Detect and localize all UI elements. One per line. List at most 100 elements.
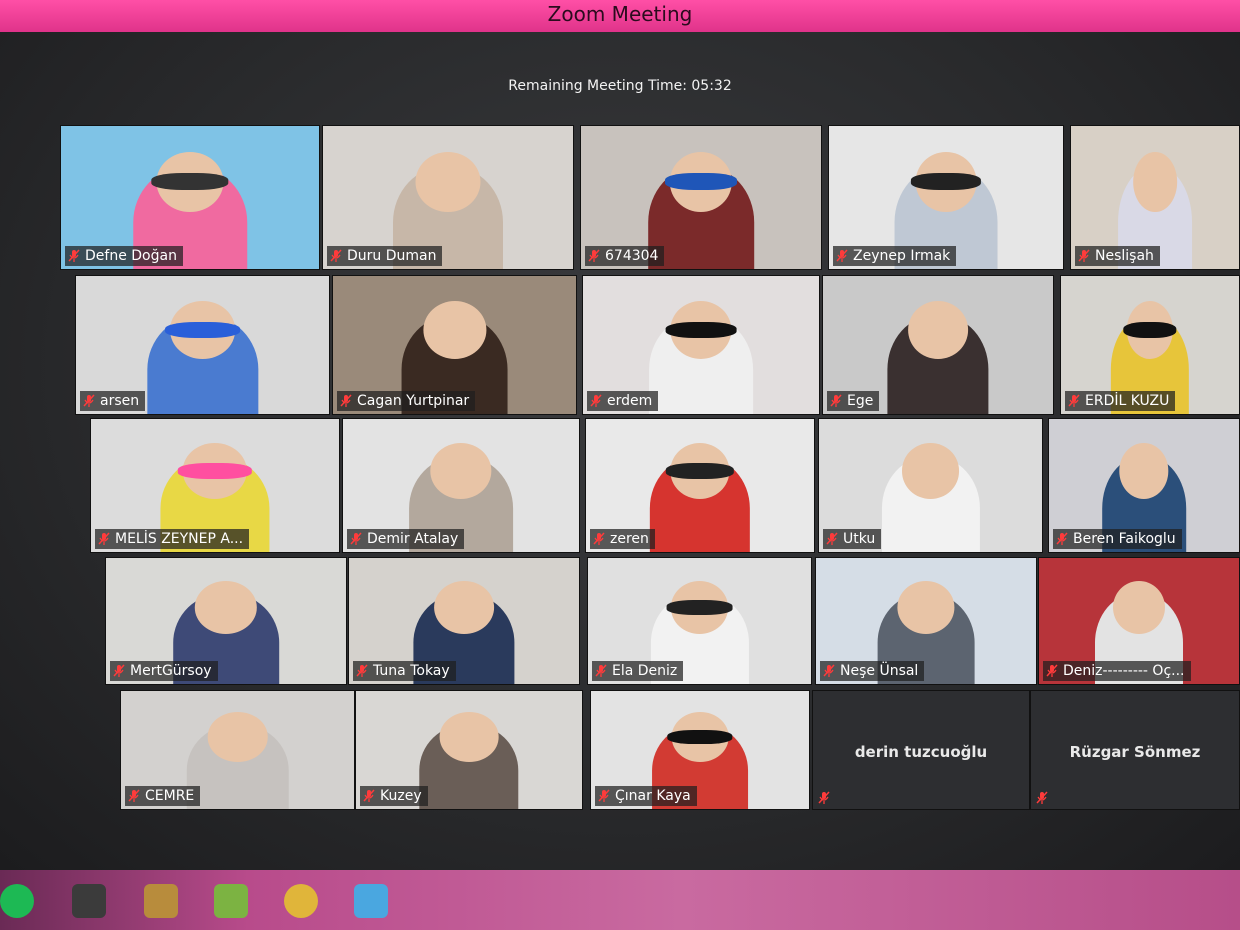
participant-name: arsen xyxy=(100,393,140,409)
participant-name: Duru Duman xyxy=(347,248,437,264)
participant-video-tile[interactable]: ERDİL KUZU xyxy=(1060,275,1240,415)
participant-name-tag: Ege xyxy=(827,391,880,411)
participant-video-tile[interactable]: Cagan Yurtpinar xyxy=(332,275,577,415)
participant-video-tile[interactable]: 674304 xyxy=(580,125,822,270)
participant-video-tile[interactable]: Tuna Tokay xyxy=(348,557,580,685)
participant-name: zeren xyxy=(610,531,649,547)
muted-mic-icon xyxy=(349,532,363,546)
participant-name: MELİS ZEYNEP A... xyxy=(115,531,244,547)
chrome-icon[interactable] xyxy=(284,884,318,918)
participant-video-tile[interactable]: MELİS ZEYNEP A... xyxy=(90,418,340,553)
participant-video-tile[interactable]: Beren Faikoglu xyxy=(1048,418,1240,553)
participant-video-tile[interactable]: Demir Atalay xyxy=(342,418,580,553)
participant-name-tag: Ela Deniz xyxy=(592,661,684,681)
participant-video-tile[interactable]: Zeynep Irmak xyxy=(828,125,1064,270)
muted-mic-icon xyxy=(1067,394,1081,408)
participant-face xyxy=(194,580,258,634)
participant-video-tile[interactable]: Ege xyxy=(822,275,1054,415)
muted-mic-icon xyxy=(829,394,843,408)
participant-name-tag: Utku xyxy=(823,529,882,549)
participant-name-tag: Cagan Yurtpinar xyxy=(337,391,476,411)
participant-face xyxy=(434,580,494,634)
muted-mic-icon xyxy=(362,789,376,803)
muted-mic-icon xyxy=(587,249,601,263)
muted-mic-icon xyxy=(1077,249,1091,263)
muted-mic-icon xyxy=(592,532,606,546)
participant-name: erdem xyxy=(607,393,653,409)
participant-face xyxy=(901,442,960,499)
participant-name-tag: Deniz--------- Oç... xyxy=(1043,661,1191,681)
participant-face xyxy=(422,300,487,359)
muted-mic-icon xyxy=(329,249,343,263)
muted-mic-icon xyxy=(589,394,603,408)
app-icon[interactable] xyxy=(214,884,248,918)
participant-name: Utku xyxy=(843,531,876,547)
spotify-icon[interactable] xyxy=(0,884,34,918)
participant-video-tile[interactable]: MertGürsoy xyxy=(105,557,347,685)
participant-name: Kuzey xyxy=(380,788,422,804)
participant-video-tile[interactable]: Defne Doğan xyxy=(60,125,320,270)
participant-face xyxy=(439,712,499,762)
participant-video-tile[interactable]: Ela Deniz xyxy=(587,557,812,685)
muted-mic-icon xyxy=(127,789,141,803)
muted-mic-icon xyxy=(339,394,353,408)
sunglasses xyxy=(667,729,733,745)
window-title: Zoom Meeting xyxy=(0,0,1240,32)
participant-name-tag: 674304 xyxy=(585,246,665,266)
participant-name: Deniz--------- Oç... xyxy=(1063,663,1185,679)
muted-mic-icon xyxy=(112,664,126,678)
participant-name-tag: CEMRE xyxy=(125,786,201,806)
participant-video-tile[interactable]: Duru Duman xyxy=(322,125,574,270)
participant-video-tile[interactable]: Çınar Kaya xyxy=(590,690,810,810)
participant-name-tag: zeren xyxy=(590,529,655,549)
muted-mic-icon xyxy=(82,394,96,408)
file-icon[interactable] xyxy=(144,884,178,918)
participant-name: Neşe Ünsal xyxy=(840,663,919,679)
sunglasses xyxy=(665,462,735,479)
participant-face xyxy=(1119,442,1169,499)
participant-name: Beren Faikoglu xyxy=(1073,531,1176,547)
participant-video-tile[interactable]: Neşe Ünsal xyxy=(815,557,1037,685)
participant-video-tile[interactable]: Deniz--------- Oç... xyxy=(1038,557,1240,685)
participant-name: Defne Doğan xyxy=(85,248,177,264)
sunglasses xyxy=(910,173,982,191)
app-icon[interactable] xyxy=(72,884,106,918)
participant-face xyxy=(1133,151,1177,212)
participant-name: derin tuzcuoğlu xyxy=(854,742,988,761)
participant-video-tile[interactable]: arsen xyxy=(75,275,330,415)
participant-video-tile[interactable]: Neslişah xyxy=(1070,125,1240,270)
participant-name-tag: arsen xyxy=(80,391,146,411)
participant-video-tile[interactable]: Kuzey xyxy=(355,690,583,810)
participant-name-tag: Tuna Tokay xyxy=(353,661,456,681)
sunglasses xyxy=(665,173,737,191)
participant-name-tag: MertGürsoy xyxy=(110,661,218,681)
muted-mic-icon xyxy=(1045,664,1059,678)
muted-mic-icon xyxy=(594,664,608,678)
participant-name-tag: Demir Atalay xyxy=(347,529,465,549)
participant-name-tag: Kuzey xyxy=(360,786,428,806)
participant-face xyxy=(207,712,268,762)
participant-name-tag: Beren Faikoglu xyxy=(1053,529,1182,549)
muted-mic-icon xyxy=(67,249,81,263)
participant-video-tile[interactable]: CEMRE xyxy=(120,690,355,810)
participant-video-tile[interactable]: Utku xyxy=(818,418,1043,553)
participant-name: Demir Atalay xyxy=(367,531,459,547)
participant-face xyxy=(1113,580,1165,634)
participant-name: Çınar Kaya xyxy=(615,788,691,804)
participant-face xyxy=(908,300,968,359)
participant-camera-off-tile[interactable]: Rüzgar Sönmez xyxy=(1030,690,1240,810)
participant-name-tag: MELİS ZEYNEP A... xyxy=(95,529,250,549)
participant-name-tag: Zeynep Irmak xyxy=(833,246,957,266)
participant-camera-off-tile[interactable]: derin tuzcuoğlu xyxy=(812,690,1030,810)
participant-name-tag: Defne Doğan xyxy=(65,246,183,266)
participant-face xyxy=(430,442,492,499)
participant-name-tag: Çınar Kaya xyxy=(595,786,697,806)
muted-mic-icon xyxy=(835,249,849,263)
participant-video-tile[interactable]: zeren xyxy=(585,418,815,553)
muted-mic-icon xyxy=(1035,791,1049,805)
muted-mic-icon xyxy=(97,532,111,546)
participant-video-tile[interactable]: erdem xyxy=(582,275,820,415)
zoom-icon[interactable] xyxy=(354,884,388,918)
sunglasses xyxy=(177,462,253,479)
participant-name: Ege xyxy=(847,393,874,409)
